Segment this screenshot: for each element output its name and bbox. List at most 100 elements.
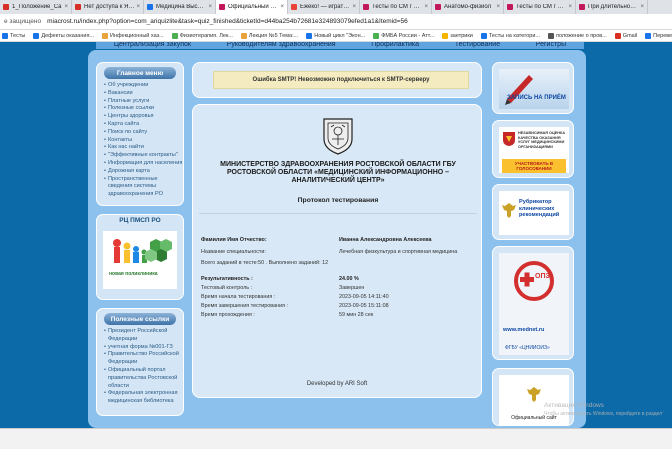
main-menu-item[interactable]: Поиск по сайту — [104, 129, 183, 137]
bookmark-label: Лекция №5 Тема:... — [248, 32, 299, 39]
bookmark-item[interactable]: Инфекционный хаз... — [102, 32, 164, 39]
bookmark-item[interactable]: Тесты на категори... — [480, 32, 540, 39]
main-menu-item[interactable]: "Эффективные контракты" — [104, 152, 183, 160]
top-menu-item[interactable]: Профилактика — [371, 42, 419, 49]
url-text[interactable]: miacrost.ru/index.php?option=com_ariquiz… — [47, 18, 408, 25]
bookmark-favicon-icon — [240, 32, 247, 39]
bookmark-item[interactable]: Новый цикл "Экон... — [306, 32, 365, 39]
appointment-banner[interactable]: запись на приём — [499, 69, 569, 109]
useful-link-item[interactable]: Федеральная электронная медицинская библ… — [104, 390, 183, 406]
top-menu-item[interactable]: Регистры — [536, 42, 566, 49]
bookmark-favicon-icon — [171, 32, 178, 39]
tab-close-icon[interactable]: × — [64, 4, 68, 10]
main-menu-item-label[interactable]: Как нас найти — [108, 144, 144, 152]
bookmark-item[interactable]: Перевести — [645, 32, 672, 39]
main-menu-item[interactable]: Пространственные сведения системы здраво… — [104, 176, 183, 199]
rc-pmsp-panel: РЦ ПМСП РО новая поликлиника — [96, 214, 184, 300]
browser-tab[interactable]: Тесты по СМ г 2016 × — [504, 0, 576, 14]
useful-link-label[interactable]: Президент Российской Федерации — [108, 328, 183, 344]
tab-close-icon[interactable]: × — [352, 4, 356, 10]
main-menu-item-label[interactable]: Поиск по сайту — [108, 129, 147, 137]
bookmark-favicon-icon — [614, 32, 621, 39]
main-menu-item[interactable]: Как нас найти — [104, 144, 183, 152]
main-menu-item-label[interactable]: Дорожная карта — [108, 168, 150, 176]
main-menu-item[interactable]: Об учреждении — [104, 82, 183, 90]
clinical-guidelines-banner[interactable]: Рубрикатор клинических рекомендаций — [499, 191, 569, 235]
vote-button[interactable]: УЧАСТВОВАТЬ В ГОЛОСОВАНИИ — [502, 159, 566, 173]
error-panel: Ошибка SMTP! Невозможно подключиться к S… — [192, 62, 482, 98]
useful-link-item[interactable]: Официальный портал правительства Ростовс… — [104, 367, 183, 390]
browser-tab[interactable]: Нет доступа к Яндек× — [72, 0, 144, 14]
browser-tab[interactable]: Ежеко! — играть с × — [288, 0, 360, 14]
bookmark-item[interactable]: Тесты — [2, 32, 25, 39]
useful-link-item[interactable]: Правительство Российской Федерации — [104, 351, 183, 367]
bookmark-item[interactable]: заетрики — [442, 32, 473, 39]
top-menu-item[interactable]: Тестирование — [455, 42, 500, 49]
browser-tab[interactable]: Тесты по СМ г 2016 × — [360, 0, 432, 14]
rc-logo-image[interactable]: новая поликлиника — [103, 231, 177, 289]
main-menu-item-label[interactable]: Центры здоровья — [108, 113, 154, 121]
start-time-label: Время начала тестирования : — [201, 294, 276, 300]
browser-tab[interactable]: Анатомо-физиол × — [432, 0, 504, 14]
bookmarks-bar: Тесты Дефекты оказания... Инфекционный хаз… — [0, 30, 672, 42]
bookmark-item[interactable]: Gmail — [614, 32, 637, 39]
main-menu-item[interactable]: Платные услуги — [104, 98, 183, 106]
browser-tab[interactable]: При длительной ж × — [576, 0, 648, 14]
tab-close-icon[interactable]: × — [496, 4, 500, 10]
bookmark-item[interactable]: ФМБА России - Атт... — [373, 32, 435, 39]
main-menu-item-label[interactable]: Пространственные сведения системы здраво… — [108, 176, 183, 199]
useful-link-label[interactable]: Официальный портал правительства Ростовс… — [108, 367, 183, 390]
top-menu-item[interactable]: Централизация закупок — [114, 42, 191, 49]
main-menu-item-label[interactable]: Карта сайта — [108, 121, 139, 129]
end-time-label: Время завершения тестирования : — [201, 303, 288, 309]
useful-link-item[interactable]: Президент Российской Федерации — [104, 328, 183, 344]
bookmark-favicon-icon — [645, 32, 652, 39]
bookmark-item[interactable]: Физиотерапия. Лек... — [171, 32, 233, 39]
tab-close-icon[interactable]: × — [208, 4, 212, 10]
main-menu-item-label[interactable]: Вакансии — [108, 90, 133, 98]
guidelines-banner-text: Рубрикатор клинических рекомендаций — [519, 199, 560, 219]
main-menu-item-label[interactable]: "Эффективные контракты" — [108, 152, 178, 160]
bookmark-favicon-icon — [306, 32, 313, 39]
main-menu-item[interactable]: Информация для населения — [104, 160, 183, 168]
web-page: Централизация закупок Руководителям здрав… — [0, 42, 672, 428]
bookmark-favicon-icon — [547, 32, 554, 39]
bookmark-item[interactable]: положение о пров... — [547, 32, 607, 39]
main-menu-item-label[interactable]: Информация для населения — [108, 160, 182, 168]
protocol-panel: МИНИСТЕРСТВО ЗДРАВООХРАНЕНИЯ РОСТОВСКОЙ … — [192, 104, 482, 398]
main-menu-item[interactable]: Центры здоровья — [104, 113, 183, 121]
duration-value: 59 мин 28 сек — [339, 312, 374, 318]
specialty-value: Лечебная физкультура и спортивная медици… — [339, 249, 458, 255]
main-menu-item-label[interactable]: Об учреждении — [108, 82, 148, 90]
tab-close-icon[interactable]: × — [424, 4, 428, 10]
bookmark-item[interactable]: Дефекты оказания... — [33, 32, 94, 39]
quality-assessment-banner[interactable]: НЕЗАВИСИМАЯ ОЦЕНКА КАЧЕСТВА ОКАЗАНИЯ УСЛ… — [499, 127, 569, 173]
main-menu-item[interactable]: Полезные ссылки — [104, 105, 183, 113]
opz-text: ОПЗ — [535, 273, 550, 280]
main-menu-item[interactable]: Карта сайта — [104, 121, 183, 129]
main-menu-item-label[interactable]: Платные услуги — [108, 98, 149, 106]
useful-link-label[interactable]: Федеральная электронная медицинская библ… — [108, 390, 183, 406]
tab-close-icon[interactable]: × — [568, 4, 572, 10]
browser-tab[interactable]: 1_Положение_Са × — [0, 0, 72, 14]
bookmark-item[interactable]: Лекция №5 Тема:... — [240, 32, 299, 39]
main-menu-item[interactable]: Вакансии — [104, 90, 183, 98]
tab-favicon-icon — [219, 4, 225, 10]
main-menu-item-label[interactable]: Полезные ссылки — [108, 105, 154, 113]
bookmark-favicon-icon — [2, 32, 8, 39]
useful-link-label[interactable]: Правительство Российской Федерации — [108, 351, 183, 367]
bookmark-label: ФМБА России - Атт... — [381, 32, 435, 39]
address-bar[interactable]: е защищено miacrost.ru/index.php?option=… — [0, 14, 672, 30]
mednet-banner[interactable]: ОПЗ www.mednet.ru ФГБУ «ЦНИИОИЗ» — [499, 253, 569, 355]
tab-close-icon[interactable]: × — [640, 4, 644, 10]
eagle-icon — [502, 203, 516, 218]
top-menu-item[interactable]: Руководителям здравоохранения — [227, 42, 336, 49]
main-menu-item[interactable]: Дорожная карта — [104, 168, 183, 176]
bookmark-favicon-icon — [480, 32, 487, 39]
tab-close-icon[interactable]: × — [280, 4, 284, 10]
browser-tab[interactable]: Официальный сайт × — [216, 0, 288, 14]
not-secure-indicator[interactable]: е защищено — [4, 18, 41, 25]
tab-close-icon[interactable]: × — [136, 4, 140, 10]
tab-label: Анатомо-физиол — [444, 4, 492, 10]
browser-tab[interactable]: Медицина Высшее × — [144, 0, 216, 14]
